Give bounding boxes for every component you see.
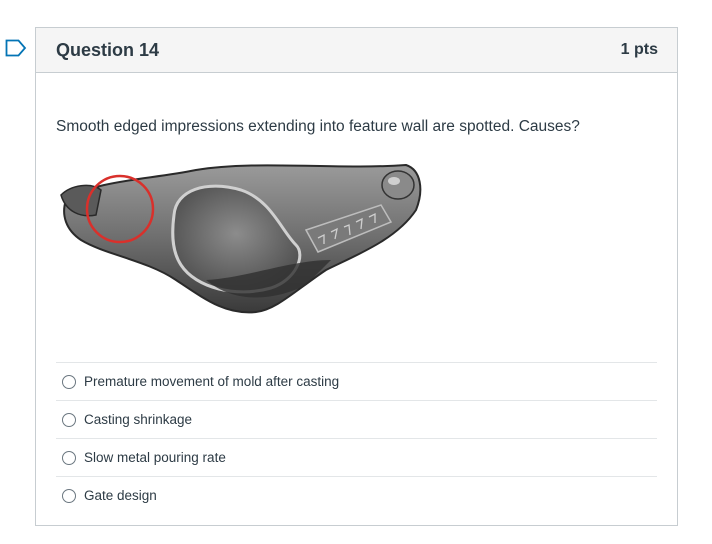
answer-list: Premature movement of mold after casting… (56, 362, 657, 514)
answer-option-1[interactable]: Premature movement of mold after casting (56, 363, 657, 401)
question-text: Smooth edged impressions extending into … (56, 118, 580, 135)
radio-button[interactable] (62, 488, 76, 503)
question-points: 1 pts (620, 41, 658, 58)
radio-button[interactable] (62, 450, 76, 465)
answer-option-3[interactable]: Slow metal pouring rate (56, 439, 657, 477)
radio-button[interactable] (62, 412, 76, 427)
answer-label: Premature movement of mold after casting (84, 374, 340, 389)
answer-label: Casting shrinkage (84, 412, 193, 427)
cast-part-image (60, 163, 422, 314)
bookmark-flag-icon[interactable] (5, 39, 27, 57)
question-title: Question 14 (56, 39, 160, 60)
answer-label: Gate design (84, 488, 157, 503)
question-header: Question 14 1 pts (36, 28, 677, 73)
question-card: Question 14 1 pts Smooth edged impressio… (35, 27, 678, 526)
question-body: Smooth edged impressions extending into … (36, 73, 677, 514)
radio-button[interactable] (62, 374, 76, 389)
answer-option-2[interactable]: Casting shrinkage (56, 401, 657, 439)
answer-label: Slow metal pouring rate (84, 450, 226, 465)
answer-option-4[interactable]: Gate design (56, 477, 657, 514)
